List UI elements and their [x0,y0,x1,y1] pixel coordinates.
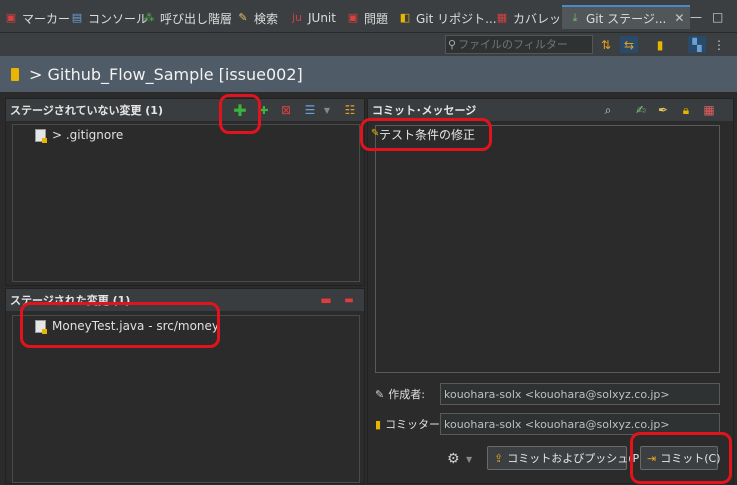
tab-junit[interactable]: ju JUnit [290,6,336,30]
tab-markers[interactable]: ▣ マーカー [4,6,70,30]
gear-icon[interactable]: ⚙ [447,451,460,467]
view-menu-icon[interactable]: ⋮ [710,36,728,53]
repository-icon [11,67,19,81]
committer-field[interactable]: kouohara-solx <kouohara@solxyz.co.jp> [440,413,720,435]
staged-changes-panel: ステージされた変更 (1) ▬ ▬ MoneyTest.java - src/m… [5,288,365,484]
console-icon: ▤ [71,11,83,24]
repository-icon[interactable]: ▮ [651,36,669,53]
git-repo-icon: ◧ [399,11,411,24]
view-tab-bar: ▣ マーカー ▤ コンソール ⁂ 呼び出し階層 ✎ 検索 ju JUnit ▣ … [0,0,737,33]
file-label: > .gitignore [52,128,124,142]
tab-call-hierarchy[interactable]: ⁂ 呼び出し階層 [142,6,233,30]
commit-and-push-button[interactable]: ⇪ コミットおよびプッシュ(P) [487,446,643,470]
sort-icon[interactable]: ☷ [342,102,358,118]
search-icon: ✎ [238,11,248,24]
file-filter-input[interactable] [458,38,589,51]
committer-label: ▮ コミッター: [375,416,444,432]
commit-label: コミット(C) [660,452,721,465]
tab-label: Git リポジト... [416,11,497,26]
search-icon: ⚲ [448,38,457,51]
refresh-icon[interactable]: ⇅ [597,36,615,53]
staging-toolbar: ⚲ ⇅ ⇆ ▮ ▚ ⋮ [0,33,737,56]
committer-value: kouohara-solx <kouohara@solxyz.co.jp> [444,417,670,431]
ignore-icon[interactable]: ⊠ [278,102,294,118]
tab-problems[interactable]: ▣ 問題 [346,6,388,30]
tab-git-repositories[interactable]: ◧ Git リポジト... [398,6,497,30]
commit-and-push-label: コミットおよびプッシュ(P) [507,452,644,465]
tab-label: 問題 [364,11,389,26]
add-to-index-icon[interactable]: ✚ [232,101,248,120]
unstaged-changes-panel: ステージされていない変更 (1) ✚ ✚ ⊠ ☰ ▼ ☷ > .gitignor… [5,98,365,286]
layout-toggle-icon[interactable]: ▚ [688,36,706,53]
link-selection-icon[interactable]: ⇆ [620,36,638,53]
add-all-icon[interactable]: ✚ [256,102,272,118]
committer-icon: ▮ [375,417,382,431]
tab-label: マーカー [22,11,71,26]
marker-icon: ▣ [5,11,17,24]
chevron-down-icon[interactable]: ▼ [466,455,472,464]
author-label-text: 作成者: [388,388,425,401]
commit-button[interactable]: ⇥ コミット(C) [640,446,721,470]
tab-git-staging[interactable]: ⤓ Git ステージ... ✕ [562,5,691,29]
list-item[interactable]: > .gitignore [35,128,124,143]
sign-off-icon[interactable]: ✍ [633,102,649,118]
tab-label: Git ステージ... [586,11,667,26]
file-icon [35,128,47,143]
staged-file-list: MoneyTest.java - src/money [12,315,360,483]
file-filter-field[interactable]: ⚲ [445,35,593,54]
minimize-icon[interactable]: — [690,10,702,24]
tab-label: 検索 [254,11,279,26]
repository-header: > Github_Flow_Sample [issue002] [0,56,737,92]
coverage-icon: ▦ [496,11,508,24]
remove-all-icon[interactable]: ▬ [341,292,357,308]
push-icon: ⇪ [494,451,504,465]
staged-changes-header: ステージされた変更 (1) [6,289,364,311]
tab-console[interactable]: ▤ コンソール [70,6,148,30]
presentation-icon[interactable]: ☰ [302,102,318,118]
unstaged-changes-title: ステージされていない変更 (1) [10,104,163,117]
author-value: kouohara-solx <kouohara@solxyz.co.jp> [444,387,670,401]
commit-icon: ⇥ [647,451,657,465]
commit-message-text: テスト条件の修正 [379,128,476,142]
committer-label-text: コミッター: [385,418,444,431]
list-item[interactable]: MoneyTest.java - src/money [35,319,220,334]
spell-check-icon[interactable]: ⌕ [600,102,616,118]
commit-message-title: コミット･メッセージ [372,104,477,117]
chevron-down-icon[interactable]: ▼ [319,102,335,118]
change-id-icon[interactable]: ▦ [701,102,717,118]
remove-from-index-icon[interactable]: ▬ [318,292,334,308]
tab-label: JUnit [308,11,336,25]
author-field[interactable]: kouohara-solx <kouohara@solxyz.co.jp> [440,383,720,405]
close-icon[interactable]: ✕ [674,11,684,25]
page-title: > Github_Flow_Sample [issue002] [29,64,303,84]
junit-icon: ju [291,11,303,24]
tab-search[interactable]: ✎ 検索 [236,6,278,30]
tab-label: 呼び出し階層 [160,11,233,26]
maximize-icon[interactable]: □ [712,10,723,24]
java-file-icon [35,319,47,334]
tab-label: コンソール [88,11,149,26]
author-icon: ✎ [375,387,385,401]
git-staging-icon: ⤓ [572,11,578,24]
commit-message-input[interactable]: ✎ テスト条件の修正 [371,125,720,373]
file-label: MoneyTest.java - src/money [52,319,220,333]
author-label: ✎ 作成者: [375,386,425,402]
problems-icon: ▣ [347,11,359,24]
staged-changes-title: ステージされた変更 (1) [10,294,131,307]
unstaged-file-list: > .gitignore [12,124,360,282]
amend-icon[interactable]: ✒ [655,102,671,118]
call-hierarchy-icon: ⁂ [143,11,155,24]
lock-icon[interactable]: 🔒︎ [678,102,694,118]
